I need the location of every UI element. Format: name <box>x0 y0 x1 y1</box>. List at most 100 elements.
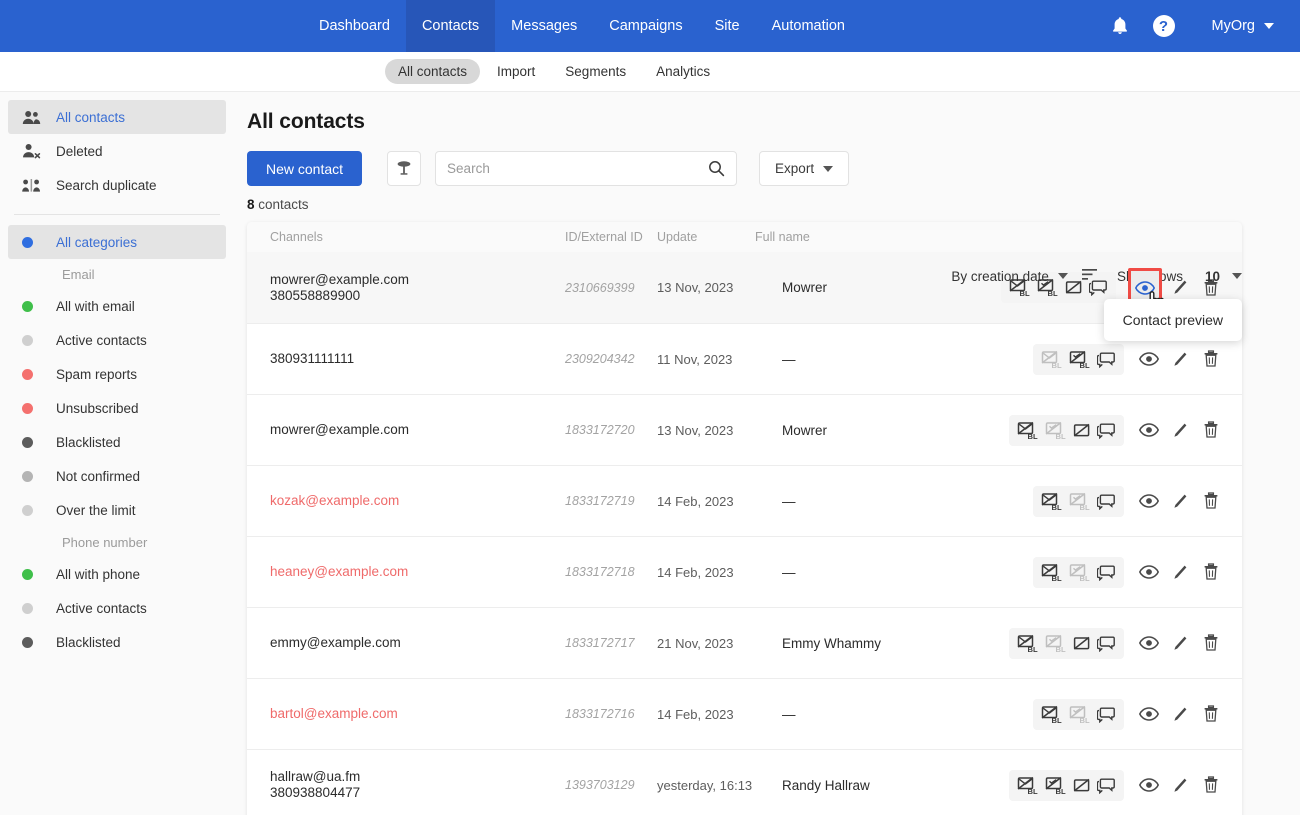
help-button[interactable]: ? <box>1142 0 1186 52</box>
search-box[interactable] <box>435 151 738 186</box>
delete-contact-button[interactable] <box>1198 701 1224 727</box>
sidebar-item-all-categories[interactable]: All categories <box>8 225 226 259</box>
row-email[interactable]: hallraw@ua.fm <box>270 769 565 785</box>
delete-contact-button[interactable] <box>1198 346 1224 372</box>
table-row[interactable]: emmy@example.com 1833172717 21 Nov, 2023 Em… <box>247 607 1242 678</box>
edit-contact-button[interactable] <box>1167 417 1193 443</box>
email-blacklist-icon[interactable]: BL <box>1017 776 1039 795</box>
delete-contact-button[interactable] <box>1198 488 1224 514</box>
row-email[interactable]: emmy@example.com <box>270 635 565 651</box>
sidebar-item-all-contacts[interactable]: All contacts <box>8 100 226 134</box>
table-row[interactable]: kozak@example.com 1833172719 14 Feb, 2023 —… <box>247 465 1242 536</box>
sidebar-category-all-with-phone[interactable]: All with phone <box>8 557 226 591</box>
table-row[interactable]: mowrer@example.com 1833172720 13 Nov, 2023… <box>247 394 1242 465</box>
email-blacklist-icon[interactable]: BL <box>1041 350 1063 369</box>
sidebar-item-search-duplicate[interactable]: Search duplicate <box>8 168 226 202</box>
notifications-button[interactable] <box>1098 0 1142 52</box>
chat-bubble-icon[interactable] <box>1097 351 1116 368</box>
sidebar-category-blacklisted[interactable]: Blacklisted <box>8 425 226 459</box>
sidebar-category-over-the-limit[interactable]: Over the limit <box>8 493 226 527</box>
new-contact-button[interactable]: New contact <box>247 151 363 186</box>
show-rows-chevron-down-icon[interactable] <box>1232 273 1242 279</box>
search-input[interactable] <box>447 161 709 176</box>
sort-selector[interactable]: By creation date <box>951 269 1068 284</box>
edit-contact-button[interactable] <box>1167 701 1193 727</box>
edit-contact-button[interactable] <box>1167 559 1193 585</box>
sidebar-category-blacklisted[interactable]: Blacklisted <box>8 625 226 659</box>
table-row[interactable]: heaney@example.com 1833172718 14 Feb, 2023… <box>247 536 1242 607</box>
email-blacklist-icon[interactable]: BL <box>1041 705 1063 724</box>
mail-crossed-icon[interactable] <box>1073 777 1091 794</box>
chat-bubble-icon[interactable] <box>1097 493 1116 510</box>
sidebar-category-all-with-email[interactable]: All with email <box>8 289 226 323</box>
export-button[interactable]: Export <box>759 151 850 186</box>
chat-bubble-icon[interactable] <box>1097 422 1116 439</box>
contact-preview-button[interactable] <box>1136 772 1162 798</box>
nav-item-messages[interactable]: Messages <box>495 0 593 52</box>
contact-preview-button[interactable] <box>1136 701 1162 727</box>
email-blacklist-icon[interactable]: BL <box>1041 492 1063 511</box>
nav-item-contacts[interactable]: Contacts <box>405 0 496 52</box>
mail-crossed-icon[interactable] <box>1073 422 1091 439</box>
svg-text:BL: BL <box>1080 503 1090 511</box>
table-row[interactable]: hallraw@ua.fm 380938804477 1393703129 yeste… <box>247 749 1242 815</box>
sidebar-category-spam-reports[interactable]: Spam reports <box>8 357 226 391</box>
row-phone[interactable]: 380558889900 <box>270 288 565 304</box>
row-email[interactable]: mowrer@example.com <box>270 272 565 288</box>
phone-blacklist-icon[interactable]: BL <box>1045 421 1067 440</box>
edit-contact-button[interactable] <box>1167 346 1193 372</box>
table-row[interactable]: 380931111111 2309204342 11 Nov, 2023 — BL BL <box>247 323 1242 394</box>
mail-crossed-icon[interactable] <box>1073 635 1091 652</box>
subnav-item-import[interactable]: Import <box>484 59 548 84</box>
contact-preview-button[interactable] <box>1136 346 1162 372</box>
delete-contact-button[interactable] <box>1198 559 1224 585</box>
filter-button[interactable] <box>387 151 422 186</box>
row-email[interactable]: heaney@example.com <box>270 564 565 580</box>
email-blacklist-icon[interactable]: BL <box>1017 634 1039 653</box>
contact-preview-button[interactable] <box>1136 630 1162 656</box>
sidebar-category-unsubscribed[interactable]: Unsubscribed <box>8 391 226 425</box>
table-row[interactable]: bartol@example.com 1833172716 14 Feb, 2023… <box>247 678 1242 749</box>
row-phone[interactable]: 380938804477 <box>270 785 565 801</box>
nav-item-site[interactable]: Site <box>699 0 756 52</box>
chat-bubble-icon[interactable] <box>1097 564 1116 581</box>
chat-bubble-icon[interactable] <box>1097 777 1116 794</box>
phone-blacklist-icon[interactable]: BL <box>1069 350 1091 369</box>
row-phone[interactable]: 380931111111 <box>270 351 565 367</box>
phone-blacklist-icon[interactable]: BL <box>1045 634 1067 653</box>
sidebar-item-deleted[interactable]: Deleted <box>8 134 226 168</box>
nav-item-automation[interactable]: Automation <box>756 0 861 52</box>
org-switcher[interactable]: MyOrg <box>1186 18 1300 34</box>
delete-contact-button[interactable] <box>1198 417 1224 443</box>
row-email[interactable]: mowrer@example.com <box>270 422 565 438</box>
chat-bubble-icon[interactable] <box>1097 706 1116 723</box>
contact-preview-button[interactable] <box>1136 417 1162 443</box>
sidebar-category-active-contacts[interactable]: Active contacts <box>8 323 226 357</box>
phone-blacklist-icon[interactable]: BL <box>1069 705 1091 724</box>
email-blacklist-icon[interactable]: BL <box>1041 563 1063 582</box>
subnav-item-analytics[interactable]: Analytics <box>643 59 723 84</box>
nav-item-dashboard[interactable]: Dashboard <box>303 0 406 52</box>
phone-blacklist-icon[interactable]: BL <box>1045 776 1067 795</box>
sort-direction-button[interactable] <box>1081 268 1099 284</box>
sidebar-category-active-contacts[interactable]: Active contacts <box>8 591 226 625</box>
delete-contact-button[interactable] <box>1198 630 1224 656</box>
phone-blacklist-icon[interactable]: BL <box>1069 492 1091 511</box>
edit-contact-button[interactable] <box>1167 772 1193 798</box>
email-blacklist-icon[interactable]: BL <box>1017 421 1039 440</box>
edit-contact-button[interactable] <box>1167 488 1193 514</box>
sidebar-category-not-confirmed[interactable]: Not confirmed <box>8 459 226 493</box>
contact-preview-button[interactable] <box>1136 559 1162 585</box>
row-email[interactable]: kozak@example.com <box>270 493 565 509</box>
subnav-item-all-contacts[interactable]: All contacts <box>385 59 481 84</box>
table-row[interactable]: mowrer@example.com 380558889900 2310669399… <box>247 252 1242 323</box>
row-email[interactable]: bartol@example.com <box>270 706 565 722</box>
delete-contact-button[interactable] <box>1198 772 1224 798</box>
contact-preview-button[interactable] <box>1136 488 1162 514</box>
edit-contact-button[interactable] <box>1167 630 1193 656</box>
search-icon[interactable] <box>708 160 725 177</box>
subnav-item-segments[interactable]: Segments <box>552 59 639 84</box>
nav-item-campaigns[interactable]: Campaigns <box>593 0 698 52</box>
chat-bubble-icon[interactable] <box>1097 635 1116 652</box>
phone-blacklist-icon[interactable]: BL <box>1069 563 1091 582</box>
